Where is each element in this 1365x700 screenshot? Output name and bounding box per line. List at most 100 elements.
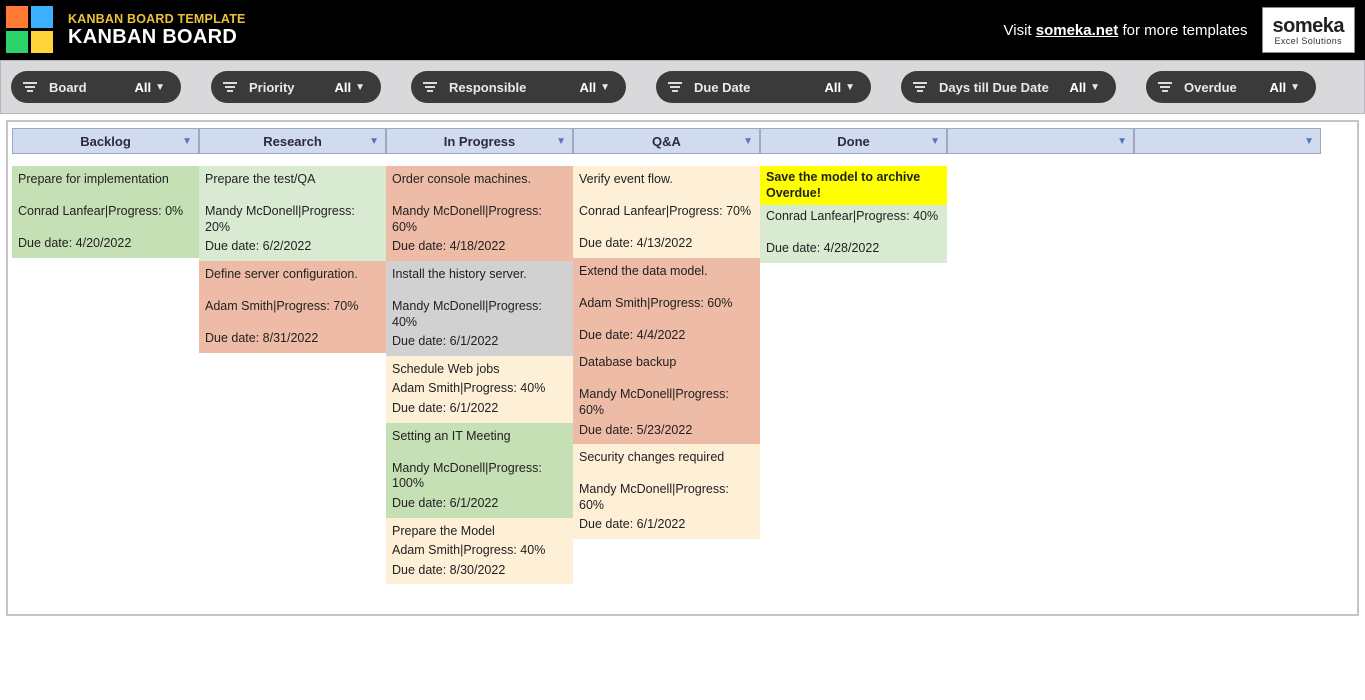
card[interactable]: Prepare the test/QA Mandy McDonell|Progr… [199, 166, 386, 261]
chevron-down-icon: ▼ [155, 82, 165, 93]
card[interactable]: Define server configuration. Adam Smith|… [199, 261, 386, 353]
brand-main: someka [1273, 15, 1345, 38]
card-meta: Mandy McDonell|Progress: 60% [579, 482, 754, 513]
card[interactable]: Prepare for implementation Conrad Lanfea… [12, 166, 199, 258]
column-research: Research ▼ Prepare the test/QA Mandy McD… [199, 128, 386, 584]
column-header[interactable]: Backlog ▼ [12, 128, 199, 154]
chevron-down-icon: ▼ [369, 136, 379, 147]
filter-icon [668, 82, 684, 92]
card-meta: Mandy McDonell|Progress: 40% [392, 299, 567, 330]
filter-responsible[interactable]: Responsible All ▼ [411, 71, 626, 103]
template-name: KANBAN BOARD TEMPLATE [68, 12, 1004, 26]
column-backlog: Backlog ▼ Prepare for implementation Con… [12, 128, 199, 584]
chevron-down-icon: ▼ [845, 82, 855, 93]
brand-sub: Excel Solutions [1274, 36, 1342, 46]
card-title: Save the model to archive [766, 170, 941, 186]
brand-box: someka Excel Solutions [1262, 7, 1356, 53]
card-due: Due date: 6/2/2022 [205, 239, 380, 255]
chevron-down-icon: ▼ [182, 136, 192, 147]
visit-prefix: Visit [1004, 22, 1036, 39]
visit-link[interactable]: someka.net [1036, 22, 1119, 39]
column-header[interactable]: Research ▼ [199, 128, 386, 154]
card-meta: Adam Smith|Progress: 40% [392, 381, 567, 397]
card-meta: Conrad Lanfear|Progress: 40% [766, 209, 941, 237]
card-title: Install the history server. [392, 267, 567, 295]
column-header[interactable]: ▼ [947, 128, 1134, 154]
filter-label: Responsible [449, 80, 571, 95]
filter-priority[interactable]: Priority All ▼ [211, 71, 381, 103]
card-meta: Mandy McDonell|Progress: 60% [579, 387, 754, 418]
card-due: Due date: 4/20/2022 [18, 236, 193, 252]
filter-icon [23, 82, 39, 92]
card-title: Database backup [579, 355, 754, 383]
filter-value: All [134, 80, 151, 95]
filter-value: All [824, 80, 841, 95]
header-texts: KANBAN BOARD TEMPLATE KANBAN BOARD [68, 12, 1004, 49]
card-title: Prepare the test/QA [205, 172, 380, 200]
card[interactable]: Save the model to archive Overdue! Conra… [760, 166, 947, 263]
column-qa: Q&A ▼ Verify event flow. Conrad Lanfear|… [573, 128, 760, 584]
card[interactable]: Security changes required Mandy McDonell… [573, 444, 760, 539]
filter-bar: Board All ▼ Priority All ▼ Responsible A… [0, 60, 1365, 114]
filter-value: All [1069, 80, 1086, 95]
column-header[interactable]: ▼ [1134, 128, 1321, 154]
card[interactable]: Install the history server. Mandy McDone… [386, 261, 573, 356]
card-title: Schedule Web jobs [392, 362, 567, 378]
card-title: Order console machines. [392, 172, 567, 200]
filter-days-till-due[interactable]: Days till Due Date All ▼ [901, 71, 1116, 103]
filter-label: Priority [249, 80, 326, 95]
card-meta: Conrad Lanfear|Progress: 70% [579, 204, 754, 232]
card-title-overdue: Save the model to archive Overdue! [760, 166, 947, 205]
card-meta: Adam Smith|Progress: 70% [205, 299, 380, 327]
card-meta: Conrad Lanfear|Progress: 0% [18, 204, 193, 232]
card-due: Due date: 6/1/2022 [579, 517, 754, 533]
card-due: Due date: 8/31/2022 [205, 331, 380, 347]
chevron-down-icon: ▼ [600, 82, 610, 93]
card-title: Setting an IT Meeting [392, 429, 567, 457]
filter-value: All [1269, 80, 1286, 95]
card[interactable]: Prepare the Model Adam Smith|Progress: 4… [386, 518, 573, 585]
column-title: Research [263, 134, 322, 149]
card-due: Due date: 4/4/2022 [579, 328, 754, 344]
card[interactable]: Extend the data model. Adam Smith|Progre… [573, 258, 760, 350]
column-header[interactable]: Q&A ▼ [573, 128, 760, 154]
card[interactable]: Setting an IT Meeting Mandy McDonell|Pro… [386, 423, 573, 518]
card-overdue-label: Overdue! [766, 186, 941, 202]
card-title: Prepare the Model [392, 524, 567, 540]
column-title: Done [837, 134, 870, 149]
card-due: Due date: 6/1/2022 [392, 401, 567, 417]
filter-label: Days till Due Date [939, 80, 1061, 95]
filter-value: All [334, 80, 351, 95]
chevron-down-icon: ▼ [556, 136, 566, 147]
card-title: Prepare for implementation [18, 172, 193, 200]
filter-board[interactable]: Board All ▼ [11, 71, 181, 103]
card[interactable]: Order console machines. Mandy McDonell|P… [386, 166, 573, 261]
card[interactable]: Schedule Web jobs Adam Smith|Progress: 4… [386, 356, 573, 423]
chevron-down-icon: ▼ [930, 136, 940, 147]
column-header[interactable]: In Progress ▼ [386, 128, 573, 154]
filter-overdue[interactable]: Overdue All ▼ [1146, 71, 1316, 103]
app-logo [6, 6, 56, 54]
filter-due-date[interactable]: Due Date All ▼ [656, 71, 871, 103]
card-title: Define server configuration. [205, 267, 380, 295]
filter-label: Due Date [694, 80, 816, 95]
card-due: Due date: 6/1/2022 [392, 496, 567, 512]
column-in-progress: In Progress ▼ Order console machines. Ma… [386, 128, 573, 584]
chevron-down-icon: ▼ [1090, 82, 1100, 93]
chevron-down-icon: ▼ [1117, 136, 1127, 147]
visit-text: Visit someka.net for more templates [1004, 22, 1248, 39]
card[interactable]: Database backup Mandy McDonell|Progress:… [573, 349, 760, 444]
column-empty-2: ▼ [1134, 128, 1321, 584]
card-due: Due date: 5/23/2022 [579, 423, 754, 439]
filter-icon [913, 82, 929, 92]
card-meta: Adam Smith|Progress: 60% [579, 296, 754, 324]
board-columns: Backlog ▼ Prepare for implementation Con… [12, 128, 1357, 584]
app-title: KANBAN BOARD [68, 26, 1004, 49]
card-title: Security changes required [579, 450, 754, 478]
filter-icon [1158, 82, 1174, 92]
chevron-down-icon: ▼ [1304, 136, 1314, 147]
card[interactable]: Verify event flow. Conrad Lanfear|Progre… [573, 166, 760, 258]
filter-label: Overdue [1184, 80, 1261, 95]
card-meta: Mandy McDonell|Progress: 20% [205, 204, 380, 235]
column-header[interactable]: Done ▼ [760, 128, 947, 154]
